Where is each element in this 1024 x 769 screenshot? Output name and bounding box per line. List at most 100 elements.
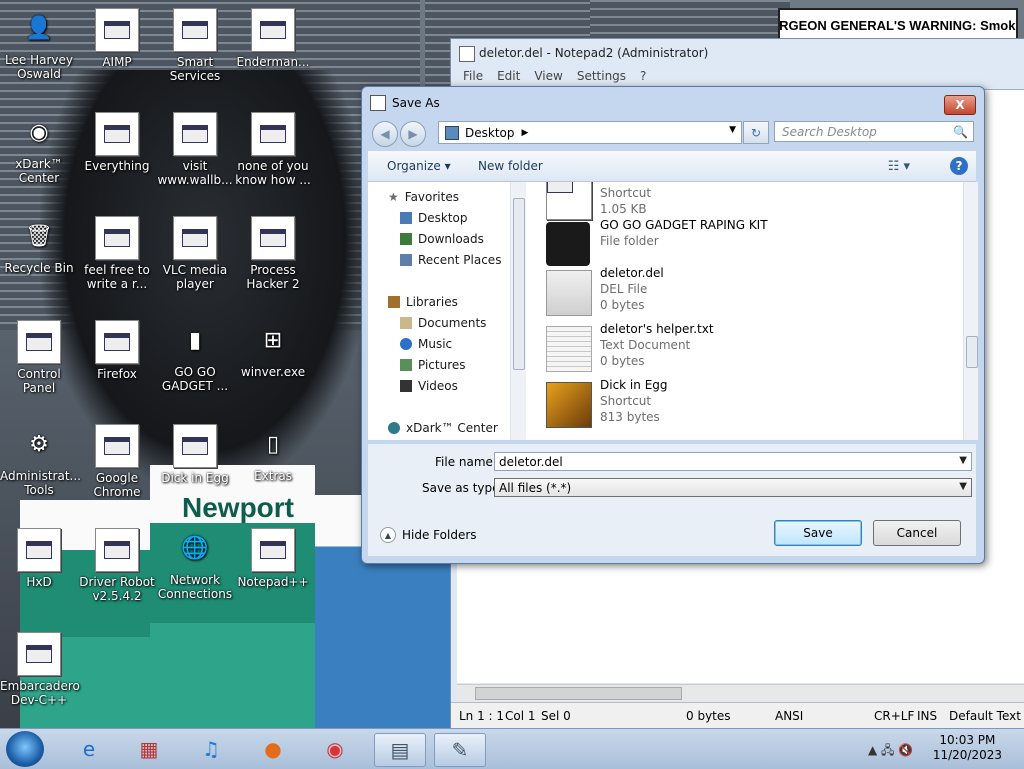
desktop-icon[interactable]: Dick in Egg	[156, 424, 234, 485]
nav-favorites[interactable]: ★ Favorites	[388, 190, 459, 204]
nav-recent[interactable]: Recent Places	[400, 253, 501, 267]
desktop-icon[interactable]: 🌐 Network Connections	[156, 528, 234, 602]
nav-downloads[interactable]: Downloads	[400, 232, 484, 246]
nav-scroll-thumb[interactable]	[513, 198, 525, 370]
desktop-icon[interactable]: Firefox	[78, 320, 156, 381]
help-icon[interactable]: ?	[950, 157, 968, 175]
desktop-icon[interactable]: Everything	[78, 112, 156, 173]
desktop-icon[interactable]: ⊞ winver.exe	[234, 320, 312, 380]
file-name-dropdown-icon[interactable]: ▼	[959, 455, 967, 466]
desktop-icon[interactable]: Google Chrome	[78, 424, 156, 499]
file-list[interactable]: Shortcut 1.05 KB GO GO GADGET RAPING KIT…	[526, 182, 978, 440]
menu-help[interactable]: ?	[640, 69, 646, 83]
address-dropdown-icon[interactable]: ▼	[729, 125, 736, 135]
desktop-icon[interactable]: Smart Services	[156, 8, 234, 83]
menu-view[interactable]: View	[534, 69, 562, 83]
file-list-scrollbar[interactable]	[963, 182, 978, 440]
new-folder-button[interactable]: New folder	[478, 159, 543, 173]
navigation-pane[interactable]: ★ Favorites Desktop Downloads Recent Plac…	[368, 182, 527, 440]
desktop-icon[interactable]: Process Hacker 2	[234, 216, 312, 291]
menu-file[interactable]: File	[463, 69, 483, 83]
desktop-icon[interactable]: 👤 Lee Harvey Oswald	[0, 8, 78, 82]
menu-edit[interactable]: Edit	[497, 69, 520, 83]
save-type-select[interactable]: All files (*.*) ▼	[494, 478, 972, 497]
file-item[interactable]: GO GO GADGET RAPING KIT File folder	[546, 218, 926, 266]
views-icon[interactable]: ☷ ▾	[888, 159, 910, 174]
clock[interactable]: 10:03 PM 11/20/2023	[933, 733, 1002, 763]
desktop-icon-image	[173, 424, 217, 468]
notepad-hscrollbar[interactable]	[457, 684, 1024, 701]
notepad-statusbar: Ln 1 : 1 Col 1 Sel 0 0 bytes ANSI CR+LF …	[451, 702, 1024, 729]
close-button[interactable]: X	[944, 95, 976, 115]
desktop-icon[interactable]: feel free to write a r...	[78, 216, 156, 291]
desktop-icon[interactable]: none of you know how ...	[234, 112, 312, 187]
hide-folders-button[interactable]: ▲ Hide Folders	[380, 527, 477, 543]
nav-desktop[interactable]: Desktop	[400, 211, 468, 225]
file-size: 0 bytes	[600, 298, 645, 312]
media-icon[interactable]: ▦	[132, 733, 166, 765]
address-text[interactable]: Desktop	[465, 126, 515, 140]
desktop-icon[interactable]: Notepad++	[234, 528, 312, 589]
refresh-button[interactable]: ↻	[743, 121, 769, 144]
file-item[interactable]: deletor's helper.txt Text Document 0 byt…	[546, 322, 926, 372]
desktop-icon-label: Extras	[254, 469, 292, 483]
organize-button[interactable]: Organize ▾	[387, 159, 451, 173]
desktop-icon-label: Driver Robot v2.5.4.2	[79, 575, 155, 603]
internet-explorer-icon[interactable]: e	[72, 733, 106, 765]
xdark-icon	[388, 422, 400, 434]
chrome-icon[interactable]: ◉	[318, 733, 352, 765]
file-item[interactable]: Dick in Egg Shortcut 813 bytes	[546, 378, 926, 428]
desktop-icon[interactable]: HxD	[0, 528, 78, 589]
hscroll-thumb[interactable]	[475, 687, 682, 700]
file-item[interactable]: deletor.del DEL File 0 bytes	[546, 266, 926, 316]
desktop-icon-label: VLC media player	[162, 263, 228, 291]
desktop-icon[interactable]: ▮ GO GO GADGET ...	[156, 320, 234, 394]
search-icon[interactable]: 🔍	[953, 125, 968, 139]
dialog-toolbar: Organize ▾ New folder ☷ ▾ ?	[368, 151, 976, 182]
file-scroll-thumb[interactable]	[966, 336, 978, 368]
system-tray-icons[interactable]: ▲ 🖧 🔇	[868, 741, 913, 762]
file-item[interactable]: Shortcut 1.05 KB	[546, 182, 926, 220]
dialog-titlebar[interactable]: Save As	[370, 93, 440, 113]
start-button[interactable]	[6, 731, 44, 767]
downloads-icon	[400, 233, 412, 245]
nav-libraries[interactable]: Libraries	[388, 295, 458, 309]
nav-xdark[interactable]: xDark™ Center	[388, 421, 498, 435]
address-bar[interactable]: Desktop ▶ ▼	[438, 121, 742, 144]
music-app-icon[interactable]: ♫	[194, 733, 228, 765]
save-button[interactable]: Save	[774, 520, 862, 546]
desktop-icon[interactable]: visit www.wallb...	[156, 112, 234, 187]
search-input[interactable]: Search Desktop 🔍	[774, 121, 974, 142]
save-type-dropdown-icon[interactable]: ▼	[959, 481, 967, 492]
desktop-icon-label: Embarcadero Dev-C++	[0, 679, 80, 707]
back-button[interactable]: ◀	[372, 121, 398, 147]
breadcrumb-arrow-icon[interactable]: ▶	[522, 128, 529, 138]
nav-pictures[interactable]: Pictures	[400, 358, 466, 372]
save-as-dialog[interactable]: Save As X ◀ ▶ Desktop ▶ ▼ ↻ Search Deskt…	[361, 86, 985, 564]
firefox-icon[interactable]: ●	[256, 733, 290, 765]
desktop-icon[interactable]: ◉ xDark™ Center	[0, 112, 78, 186]
desktop-icon[interactable]: Embarcadero Dev-C++	[0, 632, 80, 707]
desktop-icon[interactable]: Control Panel	[0, 320, 78, 395]
nav-scrollbar[interactable]	[510, 182, 526, 440]
star-icon: ★	[388, 190, 399, 204]
menu-settings[interactable]: Settings	[577, 69, 626, 83]
nav-music[interactable]: Music	[400, 337, 452, 351]
explorer-taskbar-icon[interactable]: ▤	[374, 733, 426, 767]
forward-button[interactable]: ▶	[400, 121, 426, 147]
desktop-icon[interactable]: Enderman...	[234, 8, 312, 69]
hide-folders-label: Hide Folders	[402, 528, 477, 542]
desktop-icon[interactable]: Driver Robot v2.5.4.2	[78, 528, 156, 603]
nav-documents[interactable]: Documents	[400, 316, 486, 330]
notepad-titlebar[interactable]: deletor.del - Notepad2 (Administrator)	[451, 39, 1024, 67]
file-name-input[interactable]: deletor.del ▼	[494, 452, 972, 471]
desktop-icon[interactable]: VLC media player	[156, 216, 234, 291]
cancel-button[interactable]: Cancel	[873, 520, 961, 546]
desktop-icon[interactable]: 🗑 Recycle Bin	[0, 216, 78, 276]
nav-videos[interactable]: Videos	[400, 379, 458, 393]
desktop-icon[interactable]: AIMP	[78, 8, 156, 69]
desktop-icon[interactable]: ⚙ Administrat... Tools	[0, 424, 81, 498]
notepad2-taskbar-icon[interactable]: ✎	[434, 733, 486, 767]
desktop-icon[interactable]: ▯ Extras	[234, 424, 312, 484]
desktop-icon-image	[95, 8, 139, 52]
